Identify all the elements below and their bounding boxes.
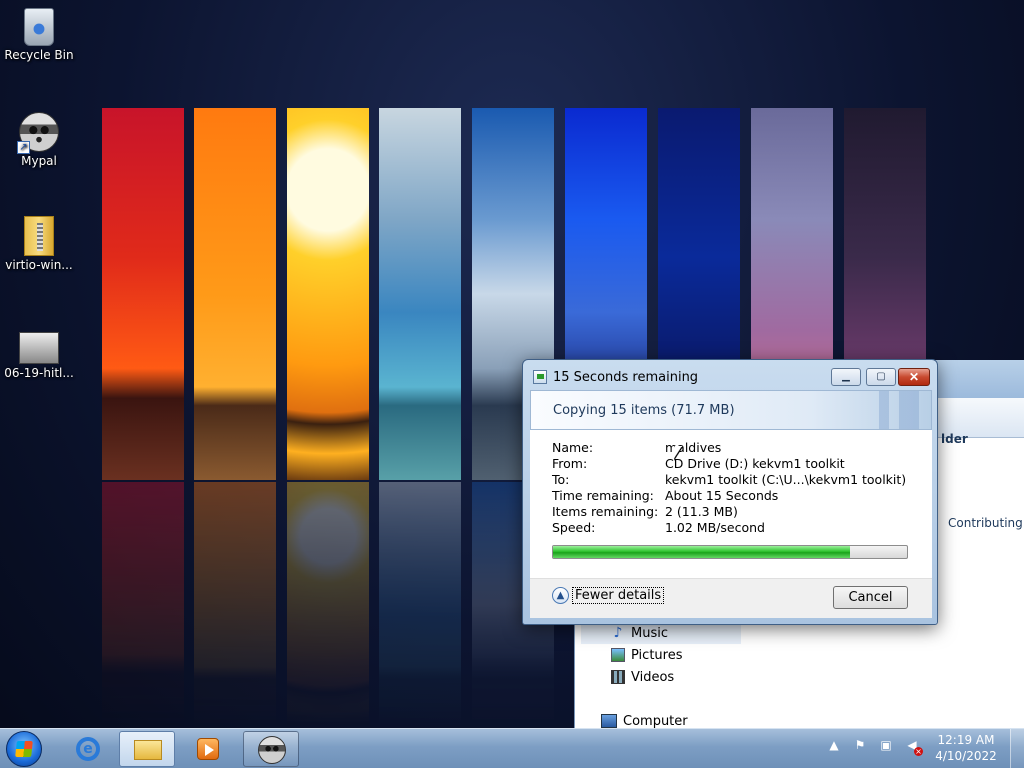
pictures-icon	[611, 648, 625, 662]
desktop-icon-photo[interactable]: 06-19-hitl...	[1, 332, 77, 381]
show-desktop-button[interactable]	[1010, 729, 1024, 768]
folder-icon	[134, 740, 162, 760]
shortcut-arrow-icon: ↗	[17, 141, 30, 154]
nav-item-music[interactable]: ♪ Music	[581, 622, 741, 644]
detail-value[interactable]: CD Drive (D:) kekvm1 toolkit	[665, 456, 845, 472]
detail-row-time-remaining: Time remaining: About 15 Seconds	[552, 488, 906, 504]
desktop-icon-label: Mypal	[21, 154, 57, 168]
maximize-button[interactable]: ▢	[866, 368, 896, 386]
taskbar-mypal[interactable]	[243, 731, 299, 767]
wallpaper-strip	[287, 108, 369, 480]
wallpaper-strip	[194, 108, 276, 480]
desktop-icon-mypal[interactable]: ↗ Mypal	[1, 112, 77, 169]
copy-summary-text: Copying 15 items (71.7 MB)	[553, 403, 735, 418]
system-tray: ▲ ⚑ ▣ ◀	[826, 737, 923, 756]
fewer-details-label: Fewer details	[572, 587, 665, 604]
copy-details-list: Name: maldives From: CD Drive (D:) kekvm…	[552, 440, 906, 536]
detail-value: 1.02 MB/second	[665, 520, 765, 535]
detail-key: From:	[552, 456, 588, 471]
fewer-details-toggle[interactable]: ▲ Fewer details	[552, 587, 665, 604]
dialog-footer: ▲ Fewer details Cancel	[530, 578, 932, 618]
copy-progress-dialog[interactable]: 15 Seconds remaining ▁ ▢ ✕ Copying 15 it…	[522, 359, 938, 625]
detail-key: Speed:	[552, 520, 596, 535]
desktop-icon-recycle-bin[interactable]: Recycle Bin	[1, 8, 77, 63]
wallpaper-reflection	[287, 482, 369, 728]
wallpaper-reflection	[102, 482, 184, 728]
photo-file-icon	[19, 332, 59, 364]
detail-row-to: To: kekvm1 toolkit (C:\U...\kekvm1 toolk…	[552, 472, 906, 488]
desktop-icon-virtio-win[interactable]: virtio-win...	[1, 216, 77, 273]
music-icon: ♪	[613, 625, 623, 641]
wallpaper-strip	[379, 108, 461, 480]
clock-date: 4/10/2022	[935, 749, 997, 763]
detail-key: Time remaining:	[552, 488, 654, 503]
taskbar-media-player[interactable]	[180, 731, 236, 767]
taskbar-clock[interactable]: 12:19 AM 4/10/2022	[930, 732, 1002, 764]
detail-value: 2 (11.3 MB)	[665, 504, 738, 519]
nav-item-pictures[interactable]: Pictures	[581, 644, 741, 666]
ie-icon: e	[76, 737, 100, 761]
desktop-icon-label: Recycle Bin	[4, 48, 74, 62]
detail-row-name: Name: maldives	[552, 440, 906, 456]
nav-item-label: Videos	[631, 669, 675, 685]
minimize-button[interactable]: ▁	[831, 368, 861, 386]
nav-item-label: Computer	[623, 713, 688, 729]
network-icon[interactable]: ▣	[878, 737, 894, 753]
detail-value: About 15 Seconds	[665, 488, 779, 503]
explorer-nav-pane: ♪ Music Pictures Videos Computer	[581, 622, 741, 732]
wallpaper-reflection	[194, 482, 276, 728]
raccoon-icon	[258, 736, 286, 764]
detail-row-items-remaining: Items remaining: 2 (11.3 MB)	[552, 504, 906, 520]
detail-row-speed: Speed: 1.02 MB/second	[552, 520, 906, 536]
wallpaper-strip	[102, 108, 184, 480]
chevron-up-icon: ▲	[552, 587, 569, 604]
taskbar-internet-explorer[interactable]: e	[60, 731, 116, 767]
copy-details-panel: Name: maldives From: CD Drive (D:) kekvm…	[530, 430, 932, 586]
copy-progress-bar	[552, 545, 908, 559]
windows-logo-icon	[15, 741, 33, 757]
copy-progress-fill	[553, 546, 851, 558]
explorer-contributing-text: Contributing	[948, 516, 1023, 530]
nav-item-label: Music	[631, 625, 668, 641]
explorer-column-header: lder	[941, 432, 968, 446]
desktop-icon-label: 06-19-hitl...	[4, 366, 74, 380]
detail-key: To:	[552, 472, 570, 487]
computer-icon	[601, 714, 617, 728]
nav-item-videos[interactable]: Videos	[581, 666, 741, 688]
copy-summary-banner: Copying 15 items (71.7 MB)	[530, 390, 932, 430]
banner-decoration	[869, 391, 919, 429]
detail-row-from: From: CD Drive (D:) kekvm1 toolkit	[552, 456, 906, 472]
show-hidden-icons-icon[interactable]: ▲	[826, 737, 842, 753]
action-center-flag-icon[interactable]: ⚑	[852, 737, 868, 753]
dialog-title: 15 Seconds remaining	[553, 370, 699, 385]
copy-file-icon	[533, 370, 547, 384]
media-player-icon	[197, 738, 219, 760]
zip-folder-icon	[24, 216, 54, 256]
nav-item-label: Pictures	[631, 647, 683, 663]
clock-time: 12:19 AM	[937, 733, 995, 747]
detail-key: Items remaining:	[552, 504, 659, 519]
volume-muted-icon[interactable]: ◀	[904, 737, 923, 756]
videos-icon	[611, 670, 625, 684]
recycle-bin-icon	[24, 8, 54, 46]
taskbar: e ▲ ⚑ ▣ ◀ 12:19 AM 4/10/2022	[0, 728, 1024, 768]
start-button[interactable]	[6, 731, 42, 767]
taskbar-windows-explorer[interactable]	[119, 731, 175, 767]
close-button[interactable]: ✕	[898, 368, 930, 386]
desktop-icon-label: virtio-win...	[5, 258, 73, 272]
detail-value[interactable]: kekvm1 toolkit (C:\U...\kekvm1 toolkit)	[665, 472, 906, 488]
detail-key: Name:	[552, 440, 594, 455]
cancel-button[interactable]: Cancel	[833, 586, 908, 609]
wallpaper-reflection	[379, 482, 461, 728]
